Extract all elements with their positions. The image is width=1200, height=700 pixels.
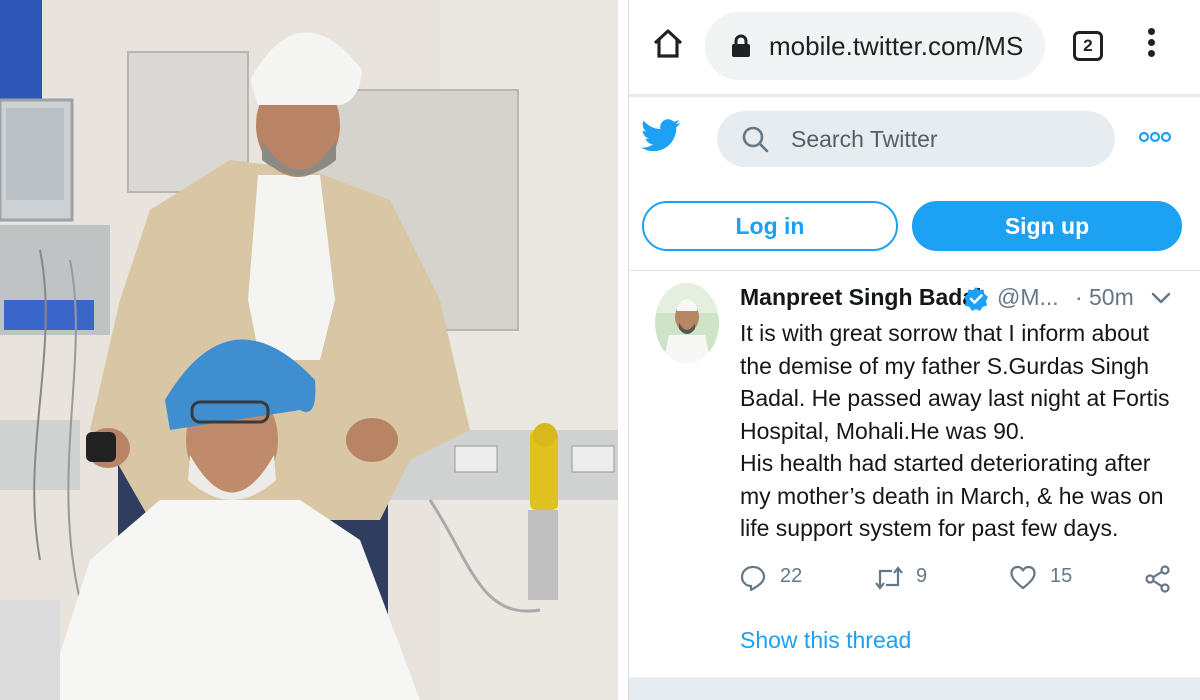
tweet-text-line: the demise of my father S.Gurdas Singh — [740, 352, 1150, 379]
browser-toolbar: mobile.twitter.com/MS 2 — [629, 0, 1200, 94]
reply-button[interactable]: 22 — [740, 561, 820, 597]
more-vert-icon[interactable] — [1141, 28, 1161, 64]
tweet-timestamp[interactable]: 50m — [1089, 284, 1134, 311]
search-placeholder: Search Twitter — [791, 126, 938, 152]
like-button[interactable]: 15 — [1010, 561, 1090, 597]
hospital-photo — [0, 0, 618, 700]
search-box[interactable]: Search Twitter — [717, 111, 1115, 167]
share-icon — [1145, 565, 1170, 593]
tweet-author-name[interactable]: Manpreet Singh Badal — [740, 284, 982, 311]
signup-button[interactable]: Sign up — [912, 201, 1182, 251]
url-text: mobile.twitter.com/MS — [769, 31, 1024, 61]
tweet-text-line: It is with great sorrow that I inform ab… — [740, 320, 1150, 346]
like-icon — [1010, 565, 1036, 590]
verified-badge-icon — [964, 287, 988, 311]
share-button[interactable] — [1144, 561, 1174, 597]
tweet-text-line: Badal. He passed away last night at Fort… — [740, 385, 1170, 411]
login-button[interactable]: Log in — [642, 201, 898, 251]
tabs-icon[interactable]: 2 — [1073, 31, 1103, 61]
tweet-text-line: my mother’s death in March, & he was on — [740, 482, 1164, 509]
search-icon — [742, 126, 769, 153]
home-icon[interactable] — [651, 26, 685, 60]
avatar[interactable] — [655, 283, 719, 363]
like-count: 15 — [1050, 565, 1073, 587]
twitter-header: Search Twitter — [629, 97, 1200, 181]
reply-count: 22 — [780, 565, 803, 587]
phone-screenshot: mobile.twitter.com/MS 2 Search Twitter L… — [628, 0, 1200, 700]
address-bar[interactable]: mobile.twitter.com/MS — [705, 12, 1045, 80]
photo-illustration — [0, 0, 618, 700]
tweet-text: It is with great sorrow that I inform ab… — [740, 317, 1180, 545]
feed-separator — [629, 677, 1200, 700]
tweet-text-line: His health had started deteriorating aft… — [740, 450, 1151, 476]
retweet-icon — [875, 566, 903, 590]
retweet-count: 9 — [916, 565, 928, 587]
show-thread-link[interactable]: Show this thread — [740, 627, 911, 654]
more-horiz-icon[interactable] — [1139, 130, 1171, 144]
tweet-author-handle[interactable]: @M... — [997, 284, 1059, 311]
twitter-bird-icon[interactable] — [641, 119, 681, 153]
retweet-button[interactable]: 9 — [874, 561, 954, 597]
tweet-card[interactable]: Manpreet Singh Badal @M... · 50m It is w… — [629, 271, 1200, 677]
tweet-text-line: Hospital, Mohali.He was 90. — [740, 417, 1026, 444]
lock-icon — [732, 34, 750, 57]
meta-separator: · — [1075, 284, 1083, 310]
reply-icon — [740, 565, 766, 591]
avatar-image — [655, 283, 719, 363]
tweet-actions: 22 9 15 — [740, 561, 1180, 597]
chevron-down-icon[interactable] — [1151, 291, 1171, 305]
tweet-text-line: life support system for past few days. — [740, 515, 1119, 541]
